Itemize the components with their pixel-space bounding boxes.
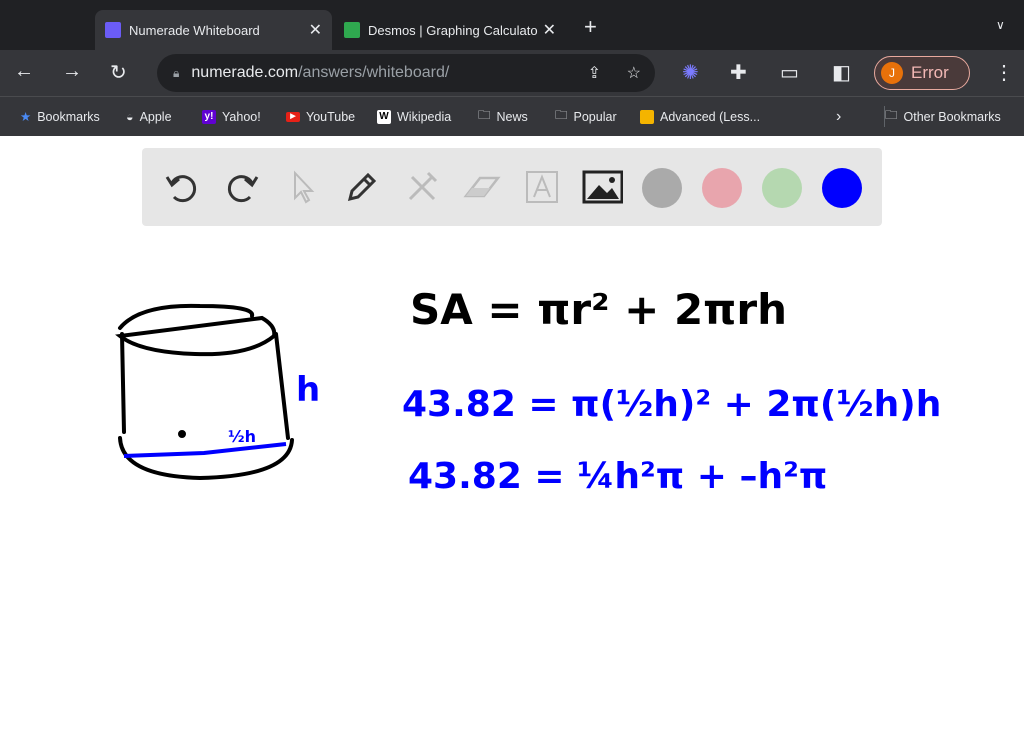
equation-2: 43.82 = π(½h)² + 2π(½h)h	[402, 384, 941, 425]
bookmark-label: Popular	[573, 109, 617, 124]
redo-icon	[227, 175, 259, 203]
bookmark-youtube[interactable]: ▶ YouTube	[286, 110, 355, 124]
undo-icon	[165, 175, 197, 203]
lock-icon: 🔒︎	[173, 65, 180, 80]
bookmark-label: News	[496, 109, 528, 124]
pencil-icon	[347, 172, 377, 202]
bookmark-label: Wikipedia	[397, 109, 452, 124]
profile-button[interactable]: J Error	[874, 56, 970, 90]
desmos-icon	[344, 22, 360, 38]
share-icon[interactable]: ⇪	[588, 63, 601, 83]
new-tab-icon[interactable]: +	[584, 14, 597, 40]
sidebar-icon[interactable]: ◧	[832, 60, 851, 85]
color-pink[interactable]	[702, 168, 742, 208]
eraser-icon	[463, 176, 501, 198]
url-path: /answers/whiteboard/	[298, 64, 450, 81]
back-icon[interactable]: ←	[14, 60, 34, 83]
bookmark-label: YouTube	[306, 109, 356, 124]
forward-icon[interactable]: →	[62, 60, 82, 83]
color-gray[interactable]	[642, 168, 682, 208]
yahoo-icon: y!	[202, 109, 216, 124]
chevron-down-icon[interactable]: ∨	[996, 18, 1005, 32]
url-domain: numerade.com	[191, 64, 299, 81]
text-tool[interactable]	[521, 166, 563, 208]
image-tool[interactable]	[581, 166, 623, 208]
bookmark-news[interactable]: 🗀︎ News	[478, 106, 528, 127]
bookmark-advanced[interactable]: Advanced (Less...	[640, 109, 761, 124]
puzzle-icon[interactable]: ✚	[730, 60, 747, 85]
equation-3: 43.82 = ¼h²π + –h²π	[408, 456, 827, 497]
redo-button[interactable]	[221, 166, 263, 208]
bookmark-wikipedia[interactable]: W Wikipedia	[377, 109, 452, 124]
tools-button[interactable]	[401, 166, 443, 208]
bookmark-label: Bookmarks	[37, 109, 100, 124]
folder-icon: 🗀︎	[555, 108, 568, 122]
tab-desmos[interactable]: Desmos | Graphing Calculato ✕	[334, 10, 566, 50]
folder-icon: 🗀︎	[478, 108, 491, 122]
wikipedia-icon: W	[377, 109, 391, 124]
address-bar[interactable]: 🔒︎ numerade.com/answers/whiteboard/ ⇪ ☆	[157, 54, 655, 92]
pen-tool[interactable]	[341, 166, 383, 208]
close-icon[interactable]: ✕	[309, 20, 322, 40]
whiteboard-canvas[interactable]: h ½h SA = πr² + 2πrh 43.82 = π(½h)² + 2π…	[0, 226, 1024, 742]
eraser-tool[interactable]	[461, 166, 503, 208]
bookmark-label: Yahoo!	[222, 109, 261, 124]
chevron-right-icon[interactable]: ›	[836, 108, 841, 126]
star-icon: ★	[20, 110, 32, 124]
browser-toolbar: ← → ↻ 🔒︎ numerade.com/answers/whiteboard…	[0, 50, 1024, 96]
bookmark-apple[interactable]: ◒ Apple	[126, 110, 172, 124]
bookmarks-bar: ★ Bookmarks ◒ Apple y! Yahoo! ▶ YouTube W Wik…	[0, 96, 1024, 136]
bookmark-label: Other Bookmarks	[903, 109, 1001, 124]
color-green[interactable]	[762, 168, 802, 208]
radius-line	[123, 442, 287, 458]
bookmark-label: Advanced (Less...	[660, 109, 761, 124]
slides-icon	[640, 109, 654, 124]
bookmark-bookmarks[interactable]: ★ Bookmarks	[20, 109, 100, 125]
text-icon	[526, 171, 558, 203]
cursor-icon	[294, 170, 315, 204]
equation-1: SA = πr² + 2πrh	[410, 285, 787, 334]
bookmark-label: Apple	[139, 109, 172, 124]
youtube-icon: ▶	[286, 111, 300, 122]
star-icon[interactable]: ☆	[627, 63, 641, 83]
tab-numerade[interactable]: Numerade Whiteboard ✕	[95, 10, 332, 50]
bookmark-other[interactable]: 🗀︎ Other Bookmarks	[884, 106, 1001, 127]
select-tool[interactable]	[281, 166, 323, 208]
avatar: J	[881, 62, 903, 84]
bookmark-popular[interactable]: 🗀︎ Popular	[555, 106, 617, 127]
tab-bar: Numerade Whiteboard ✕ Desmos | Graphing …	[0, 0, 1024, 50]
extension-gear-icon[interactable]: ✺	[682, 60, 699, 85]
apple-icon: ◒	[126, 109, 134, 124]
reload-icon[interactable]: ↻	[110, 60, 127, 85]
radius-label: ½h	[228, 427, 256, 446]
tab-title: Numerade Whiteboard	[129, 22, 260, 38]
profile-status: Error	[911, 63, 949, 82]
numerade-icon	[105, 22, 121, 38]
bookmark-yahoo[interactable]: y! Yahoo!	[202, 109, 261, 124]
close-icon[interactable]: ✕	[543, 20, 556, 40]
cast-icon[interactable]: ▭	[780, 60, 799, 85]
tab-title: Desmos | Graphing Calculato	[368, 22, 538, 38]
undo-button[interactable]	[161, 166, 203, 208]
tools-icon	[408, 171, 438, 201]
image-icon	[582, 170, 623, 204]
height-label: h	[296, 370, 320, 410]
menu-icon[interactable]: ⋮	[994, 60, 1014, 85]
color-blue[interactable]	[822, 168, 862, 208]
folder-icon: 🗀︎	[885, 108, 898, 122]
